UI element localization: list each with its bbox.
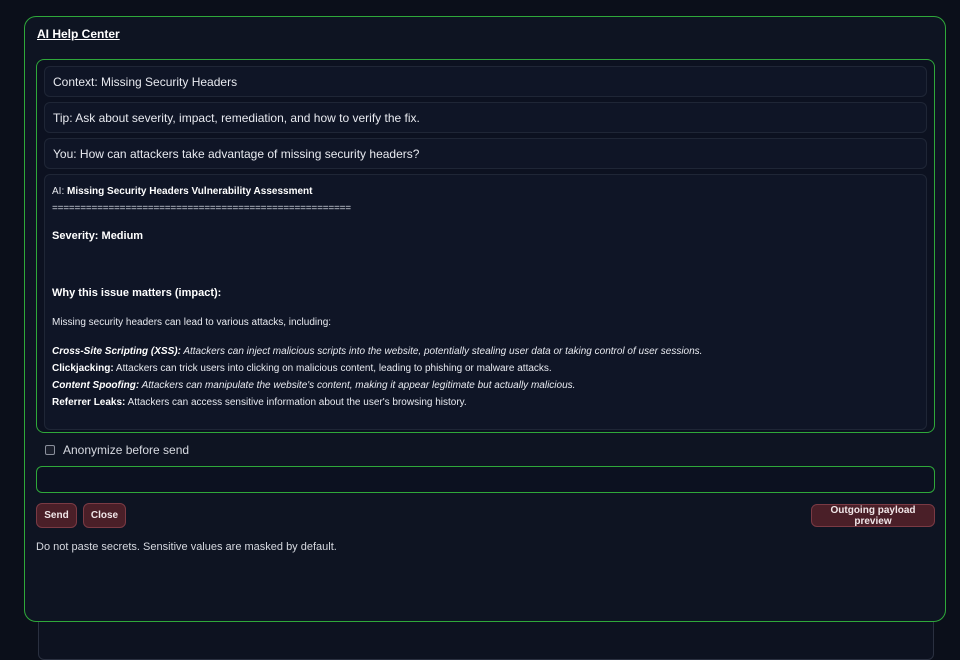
ai-impact-desc: Attackers can access sensitive informati… [125, 397, 467, 408]
context-message: Context: Missing Security Headers [44, 66, 927, 97]
close-button[interactable]: Close [83, 503, 126, 528]
ai-message-header: AI: Missing Security Headers Vulnerabili… [52, 183, 919, 200]
message-input[interactable] [36, 466, 935, 493]
ai-impact-term: Content Spoofing: [52, 380, 140, 391]
tip-message: Tip: Ask about severity, impact, remedia… [44, 102, 927, 133]
ai-impact-term: Clickjacking: [52, 363, 114, 374]
ai-impact-item: Cross-Site Scripting (XSS): Attackers ca… [52, 343, 919, 360]
ai-severity: Severity: Medium [52, 230, 144, 242]
ai-impact-list: Cross-Site Scripting (XSS): Attackers ca… [52, 343, 919, 411]
payload-preview-button[interactable]: Outgoing payload preview [811, 504, 935, 527]
ai-message[interactable]: AI: Missing Security Headers Vulnerabili… [44, 174, 927, 430]
send-button[interactable]: Send [36, 503, 77, 528]
user-message: You: How can attackers take advantage of… [44, 138, 927, 169]
ai-impact-item: Referrer Leaks: Attackers can access sen… [52, 394, 919, 411]
anonymize-checkbox[interactable] [45, 445, 55, 455]
anonymize-option[interactable]: Anonymize before send [45, 443, 189, 457]
privacy-note: Do not paste secrets. Sensitive values a… [36, 541, 337, 553]
ai-impact-term: Referrer Leaks: [52, 397, 126, 408]
ai-impact-term: Cross-Site Scripting (XSS): [52, 346, 181, 357]
anonymize-label[interactable]: Anonymize before send [63, 443, 189, 457]
ai-impact-item: Clickjacking: Attackers can trick users … [52, 360, 919, 377]
ai-impact-item: Content Spoofing: Attackers can manipula… [52, 377, 919, 394]
ai-impact-desc: Attackers can trick users into clicking … [113, 363, 552, 374]
chat-log[interactable]: Context: Missing Security Headers Tip: A… [36, 59, 935, 433]
dialog-title: AI Help Center [37, 27, 120, 41]
ai-intro: Missing security headers can lead to var… [52, 317, 332, 328]
ai-help-dialog: AI Help Center Context: Missing Security… [24, 16, 946, 622]
ai-separator: ========================================… [52, 203, 351, 214]
ai-why-heading: Why this issue matters (impact): [52, 287, 222, 299]
ai-impact-desc: Attackers can manipulate the website's c… [139, 380, 576, 391]
ai-prefix: AI: [52, 186, 68, 197]
ai-impact-desc: Attackers can inject malicious scripts i… [180, 346, 703, 357]
ai-heading: Missing Security Headers Vulnerability A… [67, 186, 313, 197]
